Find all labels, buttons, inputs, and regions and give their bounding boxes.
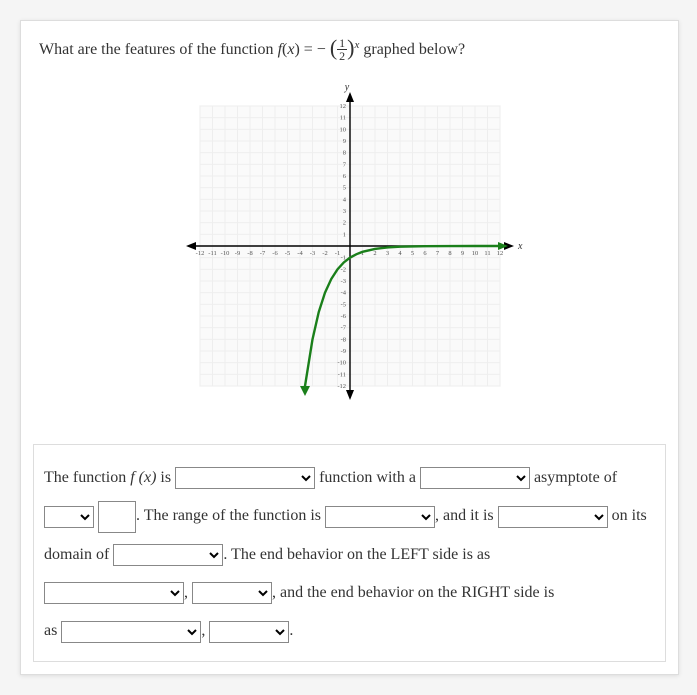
svg-text:3: 3 xyxy=(385,250,388,257)
svg-text:-7: -7 xyxy=(340,324,346,331)
svg-text:x: x xyxy=(517,241,523,252)
answer-text: . xyxy=(289,622,293,639)
fraction-num: 1 xyxy=(337,37,347,50)
svg-text:-4: -4 xyxy=(297,250,303,257)
svg-text:-2: -2 xyxy=(340,266,345,273)
svg-text:9: 9 xyxy=(460,250,463,257)
svg-text:-6: -6 xyxy=(272,250,278,257)
svg-text:-11: -11 xyxy=(208,250,216,257)
question-suffix: graphed below? xyxy=(359,41,465,58)
answer-text: on its xyxy=(612,507,647,524)
svg-text:-2: -2 xyxy=(322,250,327,257)
question-prefix: What are the features of the function xyxy=(39,41,278,58)
select-function-type[interactable] xyxy=(175,467,315,489)
answer-text: is xyxy=(160,469,175,486)
answer-text: . The end behavior on the LEFT side is a… xyxy=(223,546,490,563)
answer-text: domain of xyxy=(44,546,113,563)
answer-text: . The range of the function is xyxy=(136,507,325,524)
input-asymptote-value[interactable] xyxy=(98,501,136,533)
svg-text:11: 11 xyxy=(484,250,490,257)
svg-text:12: 12 xyxy=(496,250,503,257)
answer-area: The function f (x) is function with a as… xyxy=(33,444,666,662)
select-left-as[interactable] xyxy=(44,582,184,604)
svg-text:11: 11 xyxy=(339,114,345,121)
svg-text:5: 5 xyxy=(342,184,345,191)
svg-text:-8: -8 xyxy=(340,336,345,343)
svg-text:-5: -5 xyxy=(340,301,345,308)
answer-text: , xyxy=(184,584,192,601)
select-monotonicity[interactable] xyxy=(498,506,608,528)
svg-text:9: 9 xyxy=(342,138,345,145)
fraction: 12 xyxy=(337,37,347,62)
select-domain[interactable] xyxy=(113,544,223,566)
question-area: What are the features of the function f (… xyxy=(21,21,678,438)
select-left-to[interactable] xyxy=(192,582,272,604)
select-asymptote-type[interactable] xyxy=(420,467,530,489)
svg-text:-6: -6 xyxy=(340,313,346,320)
answer-text: , and it is xyxy=(435,507,498,524)
svg-text:-7: -7 xyxy=(259,250,265,257)
svg-text:-9: -9 xyxy=(340,348,345,355)
problem-card: What are the features of the function f (… xyxy=(20,20,679,675)
fraction-den: 2 xyxy=(337,50,347,62)
answer-text: The function xyxy=(44,469,130,486)
svg-text:8: 8 xyxy=(342,149,345,156)
function-name: f xyxy=(278,41,282,58)
svg-text:-12: -12 xyxy=(195,250,204,257)
svg-text:12: 12 xyxy=(339,103,346,110)
svg-text:5: 5 xyxy=(410,250,413,257)
svg-text:10: 10 xyxy=(339,126,346,133)
question-text: What are the features of the function f (… xyxy=(39,35,660,66)
svg-text:y: y xyxy=(343,82,349,93)
answer-text: function with a xyxy=(319,469,420,486)
svg-text:-3: -3 xyxy=(309,250,314,257)
select-range[interactable] xyxy=(325,506,435,528)
function-arg: x xyxy=(287,41,294,58)
function-graph: xy-12-11-10-9-8-7-6-5-4-3-2-112345678910… xyxy=(170,76,530,416)
right-paren: ) xyxy=(347,35,354,60)
svg-text:-3: -3 xyxy=(340,278,345,285)
answer-text: , xyxy=(201,622,209,639)
fx-label: f (x) xyxy=(130,469,156,486)
svg-text:-10: -10 xyxy=(220,250,229,257)
select-right-to[interactable] xyxy=(209,621,289,643)
left-paren: ( xyxy=(330,35,337,60)
chart-area: xy-12-11-10-9-8-7-6-5-4-3-2-112345678910… xyxy=(39,66,660,428)
svg-text:2: 2 xyxy=(373,250,376,257)
svg-text:1: 1 xyxy=(342,231,345,238)
equals: = − xyxy=(300,41,330,58)
svg-text:-5: -5 xyxy=(284,250,289,257)
svg-text:-12: -12 xyxy=(337,383,346,390)
svg-text:-9: -9 xyxy=(234,250,239,257)
svg-text:8: 8 xyxy=(448,250,451,257)
svg-text:-8: -8 xyxy=(247,250,252,257)
answer-text: as xyxy=(44,622,61,639)
svg-text:-4: -4 xyxy=(340,289,346,296)
svg-text:2: 2 xyxy=(342,219,345,226)
answer-text: , and the end behavior on the RIGHT side… xyxy=(272,584,554,601)
select-asymptote-var[interactable] xyxy=(44,506,94,528)
svg-text:3: 3 xyxy=(342,208,345,215)
svg-text:-1: -1 xyxy=(334,250,339,257)
svg-text:-10: -10 xyxy=(337,359,346,366)
svg-text:10: 10 xyxy=(471,250,478,257)
answer-text: asymptote of xyxy=(534,469,617,486)
select-right-as[interactable] xyxy=(61,621,201,643)
svg-text:-11: -11 xyxy=(337,371,345,378)
